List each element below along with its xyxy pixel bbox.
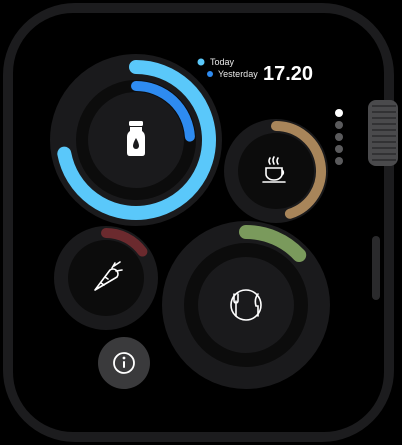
page-dot[interactable] — [335, 133, 343, 141]
digital-crown[interactable] — [368, 100, 398, 166]
vegetables-complication[interactable] — [54, 226, 158, 330]
info-button[interactable] — [98, 337, 150, 389]
page-dot[interactable] — [335, 157, 343, 165]
page-dot[interactable] — [335, 121, 343, 129]
water-complication[interactable] — [50, 54, 222, 226]
page-dot[interactable] — [335, 145, 343, 153]
meals-center — [198, 257, 294, 353]
legend-today-dot — [197, 58, 205, 66]
page-dot[interactable] — [335, 109, 343, 117]
legend-today-label: Today — [210, 57, 235, 67]
clock-time: 17.20 — [263, 63, 313, 85]
side-button[interactable] — [372, 236, 380, 300]
legend-yesterday-label: Yesterday — [218, 69, 258, 79]
watch-face: Today Yesterday 17.20 — [3, 3, 398, 442]
coffee-center — [238, 133, 314, 209]
coffee-complication[interactable] — [224, 119, 328, 223]
legend-yesterday-dot — [207, 71, 213, 77]
meals-complication[interactable] — [162, 221, 330, 389]
